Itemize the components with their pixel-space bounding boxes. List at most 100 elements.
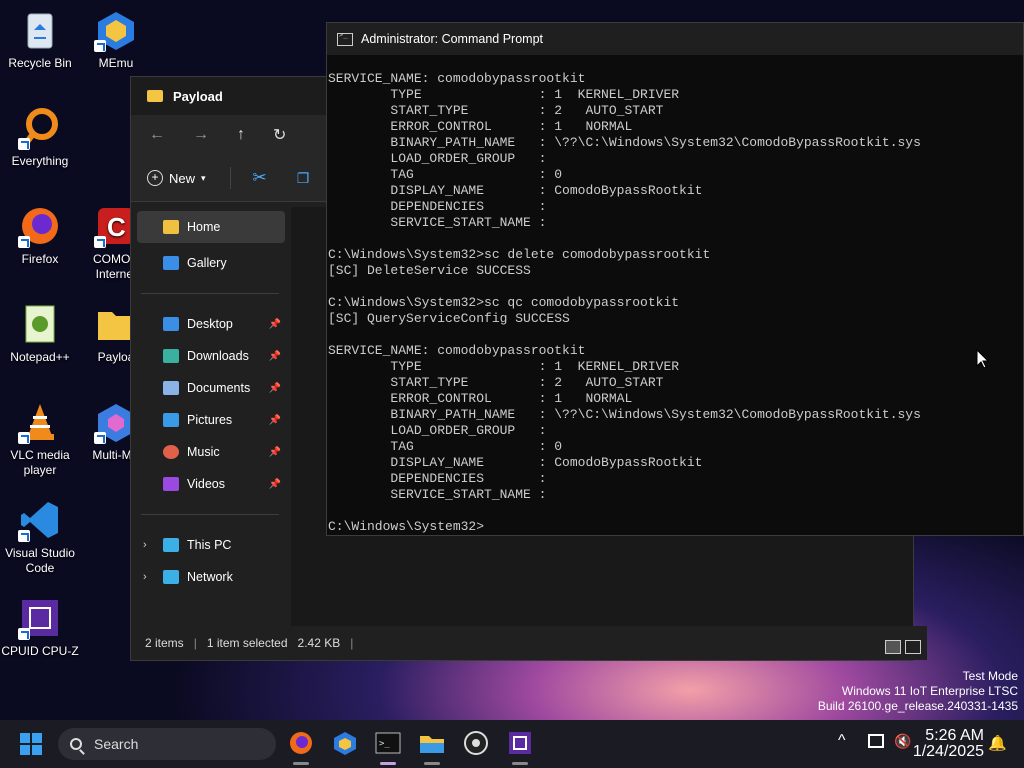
chevron-up-icon[interactable]: ^ (838, 732, 846, 750)
chevron-right-icon[interactable]: › (143, 539, 147, 551)
forward-arrow-icon[interactable]: → (193, 126, 209, 144)
pin-icon: 📌 (268, 382, 281, 394)
network-icon (163, 570, 179, 584)
search-label: Search (94, 736, 139, 752)
desktop-icon (163, 317, 179, 331)
sidebar-item-label: Desktop (187, 317, 233, 331)
memu-icon (94, 8, 138, 52)
chevron-right-icon[interactable]: › (143, 571, 147, 583)
taskbar-clock[interactable]: 5:26 AM 1/24/2025 (913, 728, 984, 760)
sidebar-divider (141, 293, 279, 294)
view-toggle (885, 640, 921, 654)
desktop-icon-label: VLC media player (10, 448, 70, 477)
desktop-icon-memu[interactable]: MEmu (76, 8, 156, 71)
desktop-icon-label: CPUID CPU-Z (1, 644, 79, 658)
watermark-line: Build 26100.ge_release.240331-1435 (817, 699, 1018, 713)
search-icon (70, 738, 82, 750)
sidebar-item-label: Network (187, 570, 233, 584)
windows-start-icon[interactable] (20, 733, 42, 755)
clock-time: 5:26 AM (925, 727, 984, 744)
notification-bell-icon[interactable]: 🔔 (988, 734, 1007, 752)
taskbar-search-box[interactable]: Search (58, 728, 276, 760)
sidebar-item-this-pc[interactable]: › This PC (131, 529, 289, 561)
volume-muted-icon[interactable]: 🔇 (894, 733, 911, 750)
cmd-title-bar[interactable]: Administrator: Command Prompt (327, 23, 1023, 55)
desktop-icon-everything[interactable]: Everything (0, 106, 80, 169)
firefox-icon (18, 204, 62, 248)
plus-circle-icon: + (147, 170, 163, 186)
details-view-icon[interactable] (885, 640, 901, 654)
sidebar-item-label: Pictures (187, 413, 233, 427)
desktop-icon-label: Everything (11, 154, 69, 168)
sidebar-item-desktop[interactable]: Desktop 📌 (131, 308, 289, 340)
divider (229, 167, 231, 189)
desktop-icon-vscode[interactable]: Visual Studio Code (0, 498, 80, 576)
home-icon (163, 220, 179, 234)
file-explorer-icon[interactable] (419, 730, 445, 756)
firefox-icon[interactable] (288, 730, 314, 756)
recycle-bin-icon (18, 8, 62, 52)
sidebar-item-label: Home (187, 220, 221, 234)
desktop-icon-notepadpp[interactable]: Notepad++ (0, 302, 80, 365)
terminal-output[interactable]: SERVICE_NAME: comodobypassrootkit TYPE :… (327, 55, 1023, 535)
status-divider: | (350, 636, 354, 650)
refresh-icon[interactable]: ↻ (273, 125, 286, 145)
mouse-cursor-icon (976, 349, 990, 369)
explorer-status-bar: 2 items | 1 item selected 2.42 KB | (131, 626, 927, 660)
memu-icon[interactable] (332, 730, 358, 756)
sidebar-item-videos[interactable]: Videos 📌 (131, 468, 289, 500)
sidebar-item-gallery[interactable]: Gallery (131, 247, 289, 279)
selection-size: 2.42 KB (297, 636, 341, 650)
sidebar-item-label: Downloads (187, 349, 249, 363)
clock-date: 1/24/2025 (912, 743, 984, 760)
sidebar-item-label: Videos (187, 477, 225, 491)
desktop-icon-label: Firefox (21, 252, 59, 266)
explorer-sidebar: Home Gallery Desktop 📌 Downloads 📌 Docum… (131, 207, 289, 627)
watermark-line: Windows 11 IoT Enterprise LTSC (841, 684, 1018, 698)
obs-icon[interactable] (463, 730, 489, 756)
taskbar: Search >_ ^ 🔇 5:26 AM 1/24/2025 🔔 (0, 720, 1024, 768)
copy-icon[interactable]: ❐ (297, 170, 310, 187)
sidebar-item-home[interactable]: Home (137, 211, 285, 243)
explorer-title: Payload (173, 88, 223, 104)
command-prompt-window[interactable]: Administrator: Command Prompt SERVICE_NA… (326, 22, 1024, 536)
selection-count: 1 item selected (206, 636, 288, 650)
sidebar-item-downloads[interactable]: Downloads 📌 (131, 340, 289, 372)
desktop-icon-vlc[interactable]: VLC media player (0, 400, 80, 478)
running-indicator (293, 762, 309, 765)
sidebar-item-music[interactable]: Music 📌 (131, 436, 289, 468)
tiles-view-icon[interactable] (905, 640, 921, 654)
new-button[interactable]: + New ▾ (147, 170, 206, 186)
test-mode-watermark: Test Mode Windows 11 IoT Enterprise LTSC… (818, 669, 1018, 714)
chevron-down-icon: ▾ (201, 172, 206, 183)
desktop-icon-cpuz[interactable]: CPUID CPU-Z (0, 596, 80, 659)
up-arrow-icon[interactable]: ↑ (237, 126, 245, 144)
vscode-icon (18, 498, 62, 542)
sidebar-item-label: Gallery (187, 256, 227, 270)
running-indicator (424, 762, 440, 765)
desktop-icon-label: MEmu (98, 56, 134, 70)
cpuz-chip-icon (18, 596, 62, 640)
new-label: New (169, 170, 196, 186)
sidebar-divider (141, 514, 279, 515)
terminal-icon (337, 31, 353, 46)
cut-scissors-icon[interactable]: ✂ (253, 168, 267, 188)
running-indicator (512, 762, 528, 765)
svg-text:>_: >_ (379, 739, 390, 749)
sidebar-item-pictures[interactable]: Pictures 📌 (131, 404, 289, 436)
cpuz-chip-icon[interactable] (507, 730, 533, 756)
desktop-icon-label: Recycle Bin (8, 56, 72, 70)
desktop-icon-recycle-bin[interactable]: Recycle Bin (0, 8, 80, 71)
documents-icon (163, 381, 179, 395)
everything-search-icon (18, 106, 62, 150)
svg-text:C: C (107, 212, 126, 242)
command-prompt-icon[interactable]: >_ (375, 730, 401, 756)
sidebar-item-network[interactable]: › Network (131, 561, 289, 593)
network-status-icon[interactable] (868, 734, 884, 748)
back-arrow-icon[interactable]: ← (149, 126, 165, 144)
sidebar-item-documents[interactable]: Documents 📌 (131, 372, 289, 404)
desktop-icon-firefox[interactable]: Firefox (0, 204, 80, 267)
status-divider: | (193, 636, 197, 650)
notepad-plus-plus-icon (18, 302, 62, 346)
pin-icon: 📌 (268, 478, 281, 490)
